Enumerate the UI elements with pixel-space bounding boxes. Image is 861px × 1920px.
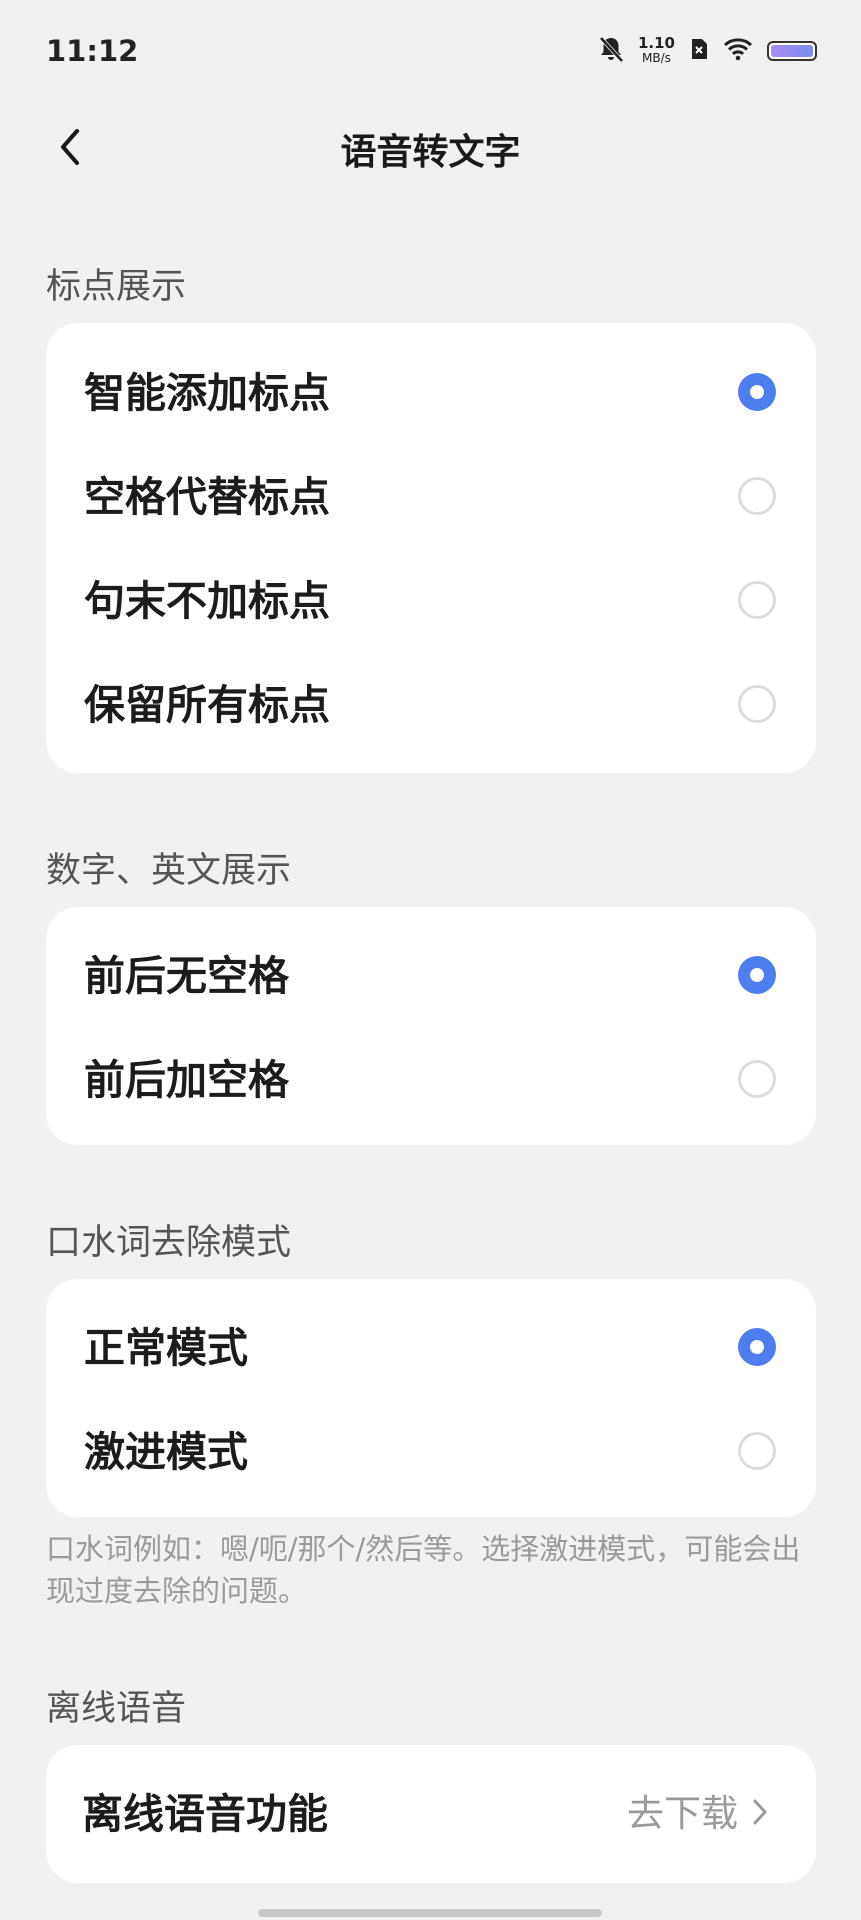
option-no-end-punctuation[interactable]: 句末不加标点 (46, 549, 816, 653)
page-title: 语音转文字 (340, 132, 521, 173)
option-aggressive-mode[interactable]: 激进模式 (46, 1400, 816, 1504)
header: 语音转文字 (0, 105, 861, 185)
section-title-numbers: 数字、英文展示 (46, 851, 292, 891)
radio-button[interactable] (738, 477, 776, 515)
chevron-right-icon (752, 1745, 768, 1883)
option-normal-mode[interactable]: 正常模式 (46, 1296, 816, 1400)
option-keep-all-punctuation[interactable]: 保留所有标点 (46, 653, 816, 757)
status-bar: 11:12 1.10 MB/s (0, 0, 861, 100)
option-label: 前后加空格 (84, 1056, 289, 1104)
download-link[interactable]: 去下载 (627, 1745, 768, 1883)
numbers-card: 前后无空格 前后加空格 (46, 907, 816, 1145)
section-title-filler: 口水词去除模式 (46, 1223, 292, 1263)
option-label: 智能添加标点 (84, 369, 330, 417)
no-sim-icon (689, 37, 709, 65)
option-space-instead-punctuation[interactable]: 空格代替标点 (46, 445, 816, 549)
option-label: 激进模式 (84, 1428, 248, 1476)
section-title-punctuation: 标点展示 (46, 267, 187, 307)
radio-button-checked[interactable] (738, 956, 776, 994)
section-title-offline: 离线语音 (46, 1689, 187, 1729)
network-speed: 1.10 MB/s (638, 36, 675, 66)
wifi-icon (723, 37, 753, 65)
network-speed-value: 1.10 (637, 34, 675, 52)
option-label: 保留所有标点 (84, 681, 330, 729)
option-smart-punctuation[interactable]: 智能添加标点 (46, 341, 816, 445)
radio-button[interactable] (738, 1060, 776, 1098)
home-indicator[interactable] (258, 1909, 602, 1917)
punctuation-card: 智能添加标点 空格代替标点 句末不加标点 保留所有标点 (46, 323, 816, 773)
filler-note: 口水词例如：嗯/呃/那个/然后等。选择激进模式，可能会出现过度去除的问题。 (46, 1532, 801, 1608)
option-add-spaces[interactable]: 前后加空格 (46, 1028, 816, 1132)
radio-button[interactable] (738, 1432, 776, 1470)
radio-button[interactable] (738, 581, 776, 619)
option-no-spaces[interactable]: 前后无空格 (46, 924, 816, 1028)
offline-voice-row[interactable]: 离线语音功能 去下载 (46, 1745, 816, 1883)
option-label: 句末不加标点 (84, 577, 330, 625)
battery-icon (767, 41, 817, 61)
radio-button-checked[interactable] (738, 1328, 776, 1366)
offline-voice-label: 离线语音功能 (82, 1790, 328, 1838)
mute-bell-icon (598, 35, 624, 67)
download-label: 去下载 (627, 1792, 738, 1835)
radio-button[interactable] (738, 685, 776, 723)
radio-button-checked[interactable] (738, 373, 776, 411)
option-label: 正常模式 (84, 1324, 248, 1372)
status-time: 11:12 (46, 34, 139, 68)
filler-card: 正常模式 激进模式 (46, 1279, 816, 1517)
option-label: 前后无空格 (84, 952, 289, 1000)
network-speed-unit: MB/s (642, 51, 671, 65)
option-label: 空格代替标点 (84, 473, 330, 521)
status-icons: 1.10 MB/s (598, 34, 817, 68)
